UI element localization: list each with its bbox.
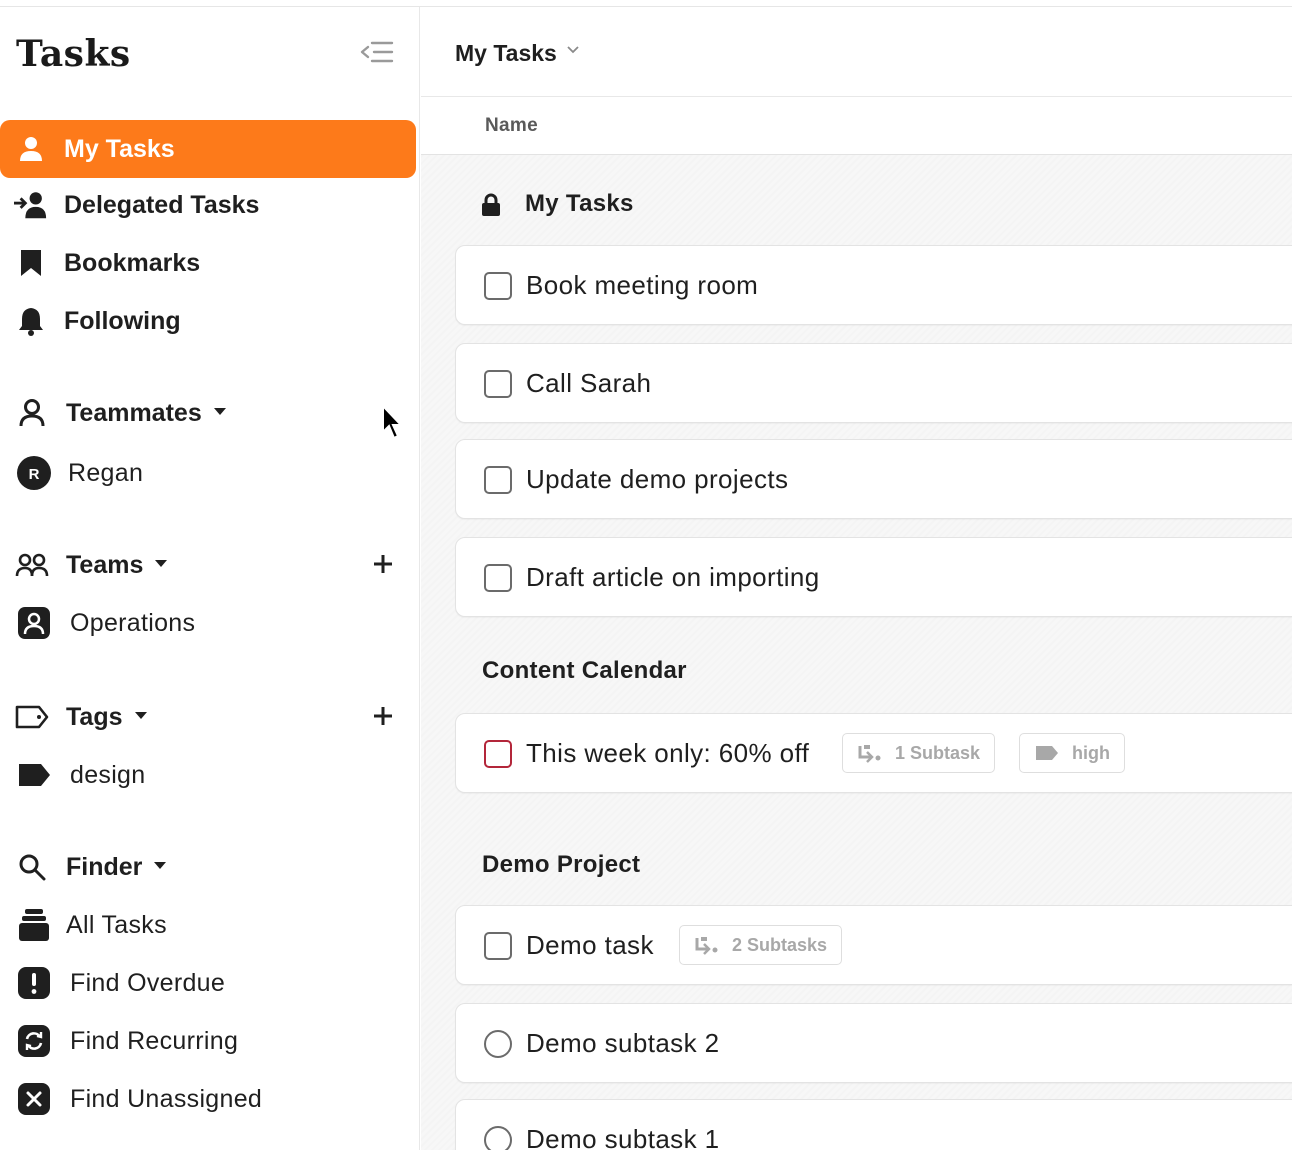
finder-label: Finder xyxy=(66,852,143,881)
task-row[interactable]: Demo subtask 1 xyxy=(455,1099,1292,1150)
sidebar: Tasks My Tasks Delegated Tasks Bookmarks… xyxy=(0,7,420,1150)
task-checkbox[interactable] xyxy=(484,272,512,300)
task-name[interactable]: Demo task xyxy=(526,930,654,961)
nav-following[interactable]: Following xyxy=(0,292,416,350)
nav-bookmarks[interactable]: Bookmarks xyxy=(0,234,416,292)
search-icon xyxy=(14,849,50,885)
nav-label: Following xyxy=(64,306,181,335)
add-tag-icon[interactable] xyxy=(370,703,396,729)
nav-label: Bookmarks xyxy=(64,248,201,277)
task-row[interactable]: This week only: 60% off 1 Subtask high xyxy=(455,713,1292,793)
chevron-down-icon xyxy=(134,712,147,720)
view-title[interactable]: My Tasks xyxy=(455,40,557,67)
finder-item-find-unassigned[interactable]: Find Unassigned xyxy=(0,1077,416,1121)
add-team-icon[interactable] xyxy=(370,551,396,577)
tag-item-design[interactable]: design xyxy=(0,753,416,797)
finder-item-all-tasks[interactable]: All Tasks xyxy=(0,903,416,947)
tags-section-header[interactable]: Tags xyxy=(0,697,416,737)
teammate-item-regan[interactable]: R Regan xyxy=(0,451,416,495)
task-name[interactable]: Update demo projects xyxy=(526,464,788,495)
group-title: My Tasks xyxy=(525,190,634,217)
task-row[interactable]: Draft article on importing xyxy=(455,537,1292,617)
main-panel: My Tasks Name My Tasks Book meeting room… xyxy=(421,7,1292,1150)
column-name-header[interactable]: Name xyxy=(485,115,538,137)
teammate-label: Regan xyxy=(68,458,144,487)
exclamation-icon xyxy=(16,965,52,1001)
tag-badge[interactable]: high xyxy=(1019,733,1125,773)
bell-icon xyxy=(14,304,48,338)
nav-label: My Tasks xyxy=(64,134,175,163)
subtask-count: 1 Subtask xyxy=(895,742,981,763)
finder-section-header[interactable]: Finder xyxy=(0,847,416,887)
tag-name: high xyxy=(1072,742,1110,763)
task-checkbox[interactable] xyxy=(484,740,512,768)
team-item-operations[interactable]: Operations xyxy=(0,601,416,645)
task-row[interactable]: Demo subtask 2 xyxy=(455,1003,1292,1083)
task-checkbox[interactable] xyxy=(484,466,512,494)
tag-icon xyxy=(1036,746,1058,760)
nav-my-tasks[interactable]: My Tasks xyxy=(0,120,416,178)
avatar: R xyxy=(16,455,52,491)
collapse-sidebar-icon[interactable] xyxy=(360,41,394,63)
chevron-down-icon xyxy=(154,862,167,870)
task-row[interactable]: Book meeting room xyxy=(455,245,1292,325)
group-title: Content Calendar xyxy=(482,657,687,684)
task-row[interactable]: Call Sarah xyxy=(455,343,1292,423)
column-header: Name xyxy=(421,97,1292,155)
teams-label: Teams xyxy=(66,550,144,579)
main-header: My Tasks xyxy=(421,7,1292,97)
teammates-label: Teammates xyxy=(66,398,202,427)
recurring-icon xyxy=(16,1023,52,1059)
lock-icon xyxy=(482,193,500,216)
bookmark-icon xyxy=(14,246,48,280)
team-avatar-icon xyxy=(16,605,52,641)
finder-label: Find Unassigned xyxy=(70,1084,263,1113)
task-row[interactable]: Update demo projects xyxy=(455,439,1292,519)
finder-item-find-recurring[interactable]: Find Recurring xyxy=(0,1019,416,1063)
chevron-down-icon xyxy=(213,408,226,416)
nav-delegated-tasks[interactable]: Delegated Tasks xyxy=(0,176,416,234)
task-name[interactable]: Draft article on importing xyxy=(526,562,820,593)
app-title: Tasks xyxy=(16,33,131,75)
task-name[interactable]: Demo subtask 1 xyxy=(526,1124,719,1150)
teams-icon xyxy=(14,547,50,583)
task-checkbox[interactable] xyxy=(484,564,512,592)
task-name[interactable]: Demo subtask 2 xyxy=(526,1028,719,1059)
avatar-letter: R xyxy=(29,466,40,483)
finder-item-find-overdue[interactable]: Find Overdue xyxy=(0,961,416,1005)
task-name[interactable]: Call Sarah xyxy=(526,368,651,399)
task-name[interactable]: Book meeting room xyxy=(526,270,758,301)
team-label: Operations xyxy=(70,608,196,637)
subtask-checkbox[interactable] xyxy=(484,1030,512,1058)
finder-label: Find Recurring xyxy=(70,1026,239,1055)
tags-label: Tags xyxy=(66,702,123,731)
x-icon xyxy=(16,1081,52,1117)
subtask-icon xyxy=(858,745,881,763)
subtask-checkbox[interactable] xyxy=(484,1126,512,1150)
task-name[interactable]: This week only: 60% off xyxy=(526,738,809,769)
group-title: Demo Project xyxy=(482,851,641,878)
finder-label: All Tasks xyxy=(66,910,167,939)
chevron-down-icon[interactable] xyxy=(567,45,579,55)
finder-label: Find Overdue xyxy=(70,968,226,997)
task-checkbox[interactable] xyxy=(484,932,512,960)
mouse-cursor-icon xyxy=(382,404,404,440)
teammate-icon xyxy=(14,395,50,431)
task-row[interactable]: Demo task 2 Subtasks xyxy=(455,905,1292,985)
tag-icon xyxy=(16,757,52,793)
subtask-count: 2 Subtasks xyxy=(732,934,828,955)
teams-section-header[interactable]: Teams xyxy=(0,545,416,585)
chevron-down-icon xyxy=(155,560,168,568)
teammates-section-header[interactable]: Teammates xyxy=(0,393,416,433)
subtask-icon xyxy=(695,937,718,955)
nav-label: Delegated Tasks xyxy=(64,190,260,219)
delegate-icon xyxy=(14,188,48,222)
task-checkbox[interactable] xyxy=(484,370,512,398)
person-icon xyxy=(14,132,48,166)
stack-icon xyxy=(16,907,52,943)
subtask-count-badge[interactable]: 1 Subtask xyxy=(842,733,996,773)
tag-label: design xyxy=(70,760,146,789)
tag-outline-icon xyxy=(14,699,50,735)
subtask-count-badge[interactable]: 2 Subtasks xyxy=(679,925,843,965)
